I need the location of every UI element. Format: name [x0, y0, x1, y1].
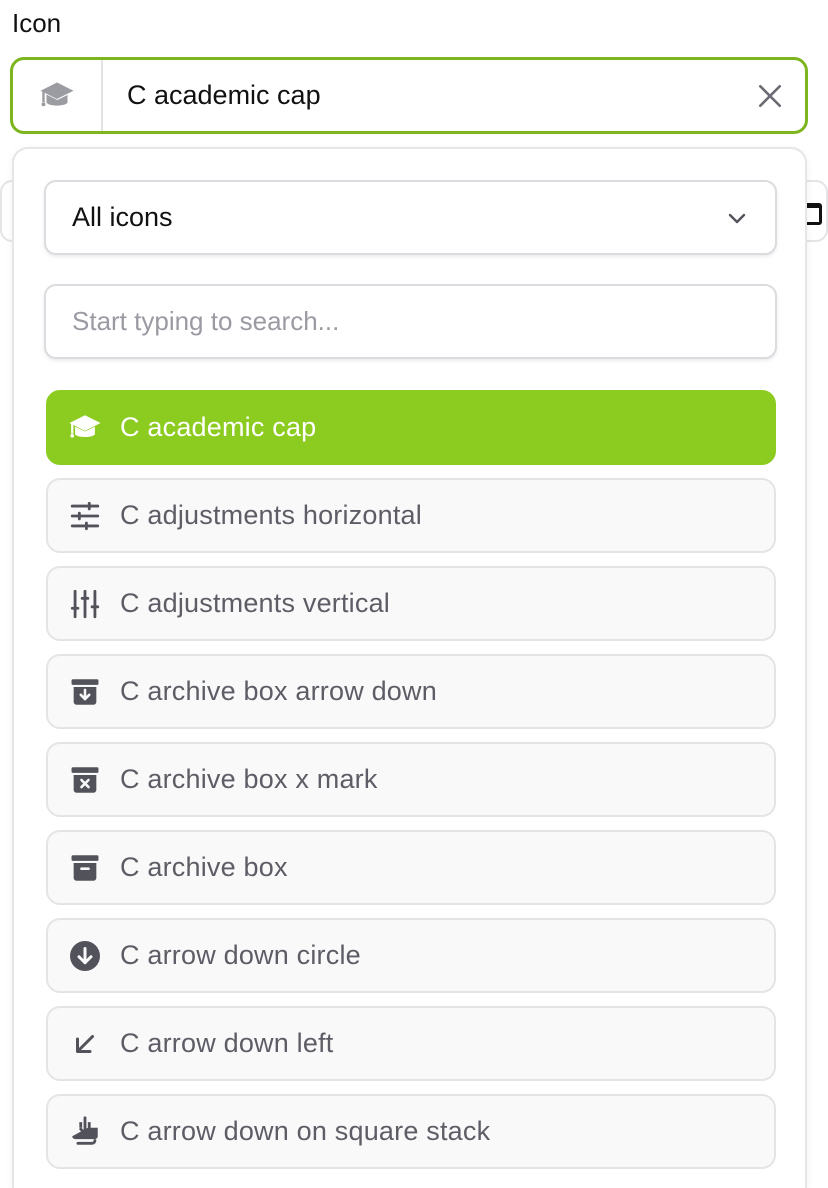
icon-search-input[interactable]	[44, 284, 777, 359]
option-arrow-down-left[interactable]: C arrow down left	[46, 1006, 776, 1081]
option-adjustments-horizontal[interactable]: C adjustments horizontal	[46, 478, 776, 553]
academic-cap-icon	[13, 60, 103, 131]
archive-box-icon	[66, 849, 104, 887]
archive-box-x-mark-icon	[66, 761, 104, 799]
academic-cap-icon	[66, 409, 104, 447]
option-label: C arrow down circle	[120, 940, 361, 970]
option-archive-box[interactable]: C archive box	[46, 830, 776, 905]
option-label: C archive box x mark	[120, 764, 378, 794]
close-icon[interactable]	[735, 60, 805, 131]
arrow-down-on-square-stack-icon	[66, 1113, 104, 1151]
option-academic-cap[interactable]: C academic cap	[46, 390, 776, 465]
category-select[interactable]: All icons	[44, 180, 777, 255]
option-label: C adjustments vertical	[120, 588, 390, 618]
selected-icon-value[interactable]: C academic cap	[103, 80, 735, 111]
option-label: C arrow down on square stack	[120, 1116, 491, 1146]
option-label: C adjustments horizontal	[120, 500, 422, 530]
option-label: C academic cap	[120, 412, 317, 442]
chevron-down-icon	[725, 206, 749, 230]
field-label: Icon	[12, 8, 62, 38]
arrow-down-circle-icon	[66, 937, 104, 975]
adjustments-horizontal-icon	[66, 497, 104, 535]
option-archive-box-x-mark[interactable]: C archive box x mark	[46, 742, 776, 817]
adjustments-vertical-icon	[66, 585, 104, 623]
option-adjustments-vertical[interactable]: C adjustments vertical	[46, 566, 776, 641]
category-select-value: All icons	[72, 202, 173, 232]
option-label: C arrow down left	[120, 1028, 334, 1058]
option-label: C archive box	[120, 852, 288, 882]
arrow-down-left-icon	[66, 1025, 104, 1063]
option-label: C archive box arrow down	[120, 676, 437, 706]
archive-box-arrow-down-icon	[66, 673, 104, 711]
option-arrow-down-on-square-stack[interactable]: C arrow down on square stack	[46, 1094, 776, 1169]
icon-picker-field[interactable]: C academic cap	[10, 57, 808, 134]
option-archive-box-arrow-down[interactable]: C archive box arrow down	[46, 654, 776, 729]
option-arrow-down-circle[interactable]: C arrow down circle	[46, 918, 776, 993]
icon-dropdown: All icons C academic cap	[12, 147, 807, 1188]
